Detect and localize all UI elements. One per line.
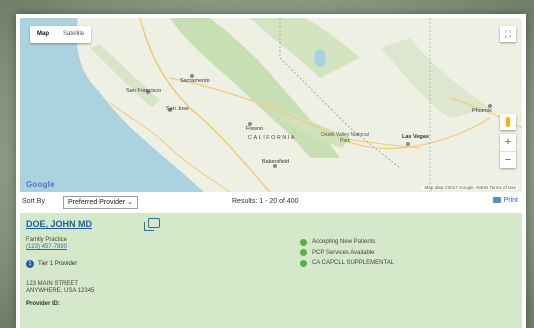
sort-by-label: Sort By (22, 198, 45, 205)
zoom-out-button[interactable]: − (500, 151, 516, 169)
check-circle-icon (300, 249, 307, 256)
compare-icon[interactable] (144, 218, 160, 231)
feature-item: Accepting New Patients (300, 237, 394, 247)
zoom-control: + − (500, 134, 516, 168)
map-label-sacramento: Sacramento (180, 78, 210, 84)
print-button[interactable]: Print (492, 197, 518, 204)
map-label-phoenix: Phoenix (472, 108, 492, 114)
feature-label: CA CAPCLL SUPPLEMENTAL (312, 260, 395, 266)
map-type-toggle: Map Satellite (30, 26, 92, 43)
check-circle-icon (300, 238, 307, 246)
feature-label: Accepting New Patients (312, 239, 376, 245)
check-circle-icon (300, 259, 307, 267)
provider-name-link[interactable]: DOE, JOHN MD (26, 219, 92, 229)
tier-badge-icon: 1 (26, 260, 34, 268)
google-logo: Google (26, 180, 55, 189)
map-view[interactable]: Sacramento San Francisco San Jose Fresno… (20, 18, 522, 192)
map-label-fresno: Fresno (246, 126, 264, 132)
zoom-in-button[interactable]: + (500, 134, 516, 151)
print-label: Print (503, 197, 518, 204)
map-label-california: CALIFORNIA (248, 135, 297, 141)
feature-label: PCP Services Available (312, 249, 375, 256)
provider-search-card: Sacramento San Francisco San Jose Fresno… (16, 14, 526, 328)
map-label-san-francisco: San Francisco (126, 88, 162, 94)
map-label-san-jose: San Jose (166, 106, 189, 112)
map-type-map-button[interactable]: Map (30, 26, 56, 43)
street-view-pegman-icon[interactable] (500, 114, 516, 130)
provider-address-line1: 123 MAIN STREET (26, 281, 79, 287)
provider-tier: 1 Tier 1 Provider (26, 260, 77, 268)
provider-id-label: Provider ID: (26, 301, 61, 307)
provider-result-card: DOE, JOHN MD Family Practice (123) 457-7… (20, 213, 522, 328)
map-label-death-valley: Death Valley National Park (321, 132, 369, 144)
map-attribution[interactable]: Map data ©2017 Google, INEGI Terms of Us… (422, 185, 518, 190)
feature-item: PCP Services Available (300, 248, 394, 258)
map-label-bakersfield: Bakersfield (262, 159, 290, 165)
feature-item: CA CAPCLL SUPPLEMENTAL (300, 258, 394, 268)
map-label-las-vegas: Las Vegas (402, 134, 429, 140)
fullscreen-icon[interactable]: ⛶ (500, 26, 516, 42)
provider-address-line2: ANYWHERE, USA 12345 (26, 288, 95, 294)
chevron-down-icon: ⌄ (127, 199, 134, 206)
map-terrain (20, 18, 522, 192)
map-type-satellite-button[interactable]: Satellite (56, 26, 91, 43)
sort-by-value: Preferred Provider (68, 199, 126, 206)
sort-by-select[interactable]: Preferred Provider ⌄ (63, 196, 139, 209)
printer-icon (492, 197, 501, 203)
provider-features-list: Accepting New Patients PCP Services Avai… (300, 237, 394, 269)
results-count: Results: 1 - 20 of 400 (232, 198, 299, 205)
results-toolbar: Sort By Preferred Provider ⌄ Results: 1 … (20, 195, 522, 211)
tier-label: Tier 1 Provider (38, 261, 78, 267)
provider-phone-link[interactable]: (123) 457-7890 (26, 244, 67, 250)
provider-specialty: Family Practice (26, 237, 68, 243)
